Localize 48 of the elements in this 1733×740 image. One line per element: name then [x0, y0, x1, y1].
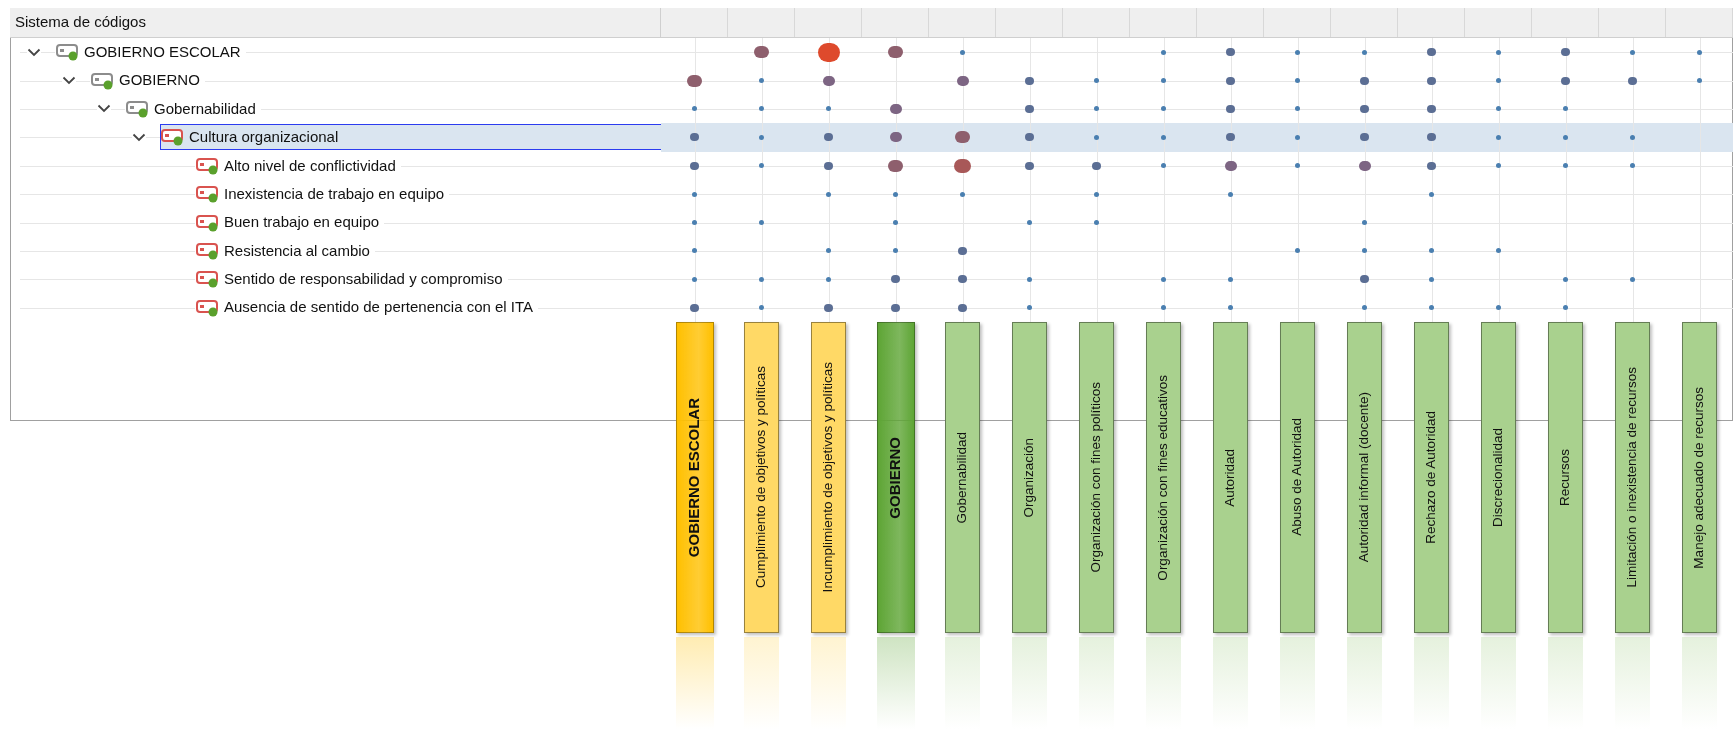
code-label: Sentido de responsabilidad y compromiso: [224, 269, 503, 290]
code-label: GOBIERNO ESCOLAR: [84, 41, 241, 62]
column-code-bar[interactable]: GOBIERNO ESCOLAR: [675, 321, 714, 633]
column-label: GOBIERNO: [885, 436, 905, 519]
column-code-bar[interactable]: Organización con fines educativos: [1146, 321, 1181, 633]
column-code-bar[interactable]: Rechazo de Autoridad: [1414, 321, 1449, 633]
column-code-bar[interactable]: Manejo adecuado de recursos: [1682, 321, 1717, 633]
code-label: GOBIERNO: [119, 70, 200, 91]
column-code-bar[interactable]: Cumplimiento de objetivos y políticas: [744, 321, 779, 633]
column-code-bar[interactable]: Recursos: [1548, 321, 1583, 633]
column-label: Organización con fines políticos: [1087, 382, 1105, 573]
column-label: Rechazo de Autoridad: [1422, 410, 1440, 544]
column-code-bar[interactable]: Discrecionalidad: [1481, 321, 1516, 633]
column-label: Limitación o inexistencia de recursos: [1623, 367, 1641, 588]
column-code-bar[interactable]: Incumplimiento de objetivos y políticas: [811, 321, 846, 633]
chevron-icon[interactable]: [27, 47, 41, 57]
chevron-icon[interactable]: [62, 76, 76, 86]
column-label: GOBIERNO ESCOLAR: [684, 397, 704, 557]
column-code-bar[interactable]: Autoridad: [1213, 321, 1248, 633]
tree-item[interactable]: Cultura organizacional: [160, 124, 662, 151]
code-label: Inexistencia de trabajo en equipo: [224, 183, 445, 204]
column-code-bar[interactable]: Gobernabilidad: [945, 321, 980, 633]
chevron-icon[interactable]: [132, 132, 146, 142]
column-code-bar[interactable]: Organización: [1012, 321, 1047, 633]
chevron-icon[interactable]: [97, 104, 111, 114]
column-code-bar[interactable]: Organización con fines políticos: [1079, 321, 1114, 633]
code-label: Alto nivel de conflictividad: [224, 155, 396, 176]
column-label: Autoridad: [1221, 448, 1239, 507]
column-label: Autoridad informal (docente): [1355, 392, 1373, 563]
column-label: Gobernabilidad: [953, 431, 971, 524]
column-code-bar[interactable]: Limitación o inexistencia de recursos: [1615, 321, 1650, 633]
column-code-bar[interactable]: Abuso de Autoridad: [1280, 321, 1315, 633]
code-label: Resistencia al cambio: [224, 240, 370, 261]
column-label: Incumplimiento de objetivos y políticas: [819, 362, 837, 593]
column-label: Abuso de Autoridad: [1288, 418, 1306, 537]
column-label: Recursos: [1556, 448, 1574, 506]
header-title: Sistema de códigos: [15, 12, 146, 33]
column-code-bar[interactable]: Autoridad informal (docente): [1347, 321, 1382, 633]
column-label: Organización: [1020, 437, 1038, 518]
code-label: Cultura organizacional: [189, 127, 339, 148]
column-label: Organización con fines educativos: [1154, 374, 1172, 581]
column-code-bar[interactable]: GOBIERNO: [876, 321, 915, 633]
code-label: Gobernabilidad: [154, 98, 256, 119]
column-label: Cumplimiento de objetivos y políticas: [752, 366, 770, 589]
code-label: Buen trabajo en equipo: [224, 212, 380, 233]
column-label: Discrecionalidad: [1489, 427, 1507, 527]
column-label: Manejo adecuado de recursos: [1690, 386, 1708, 569]
code-label: Ausencia de sentido de pertenencia con el ITA: [224, 297, 534, 318]
